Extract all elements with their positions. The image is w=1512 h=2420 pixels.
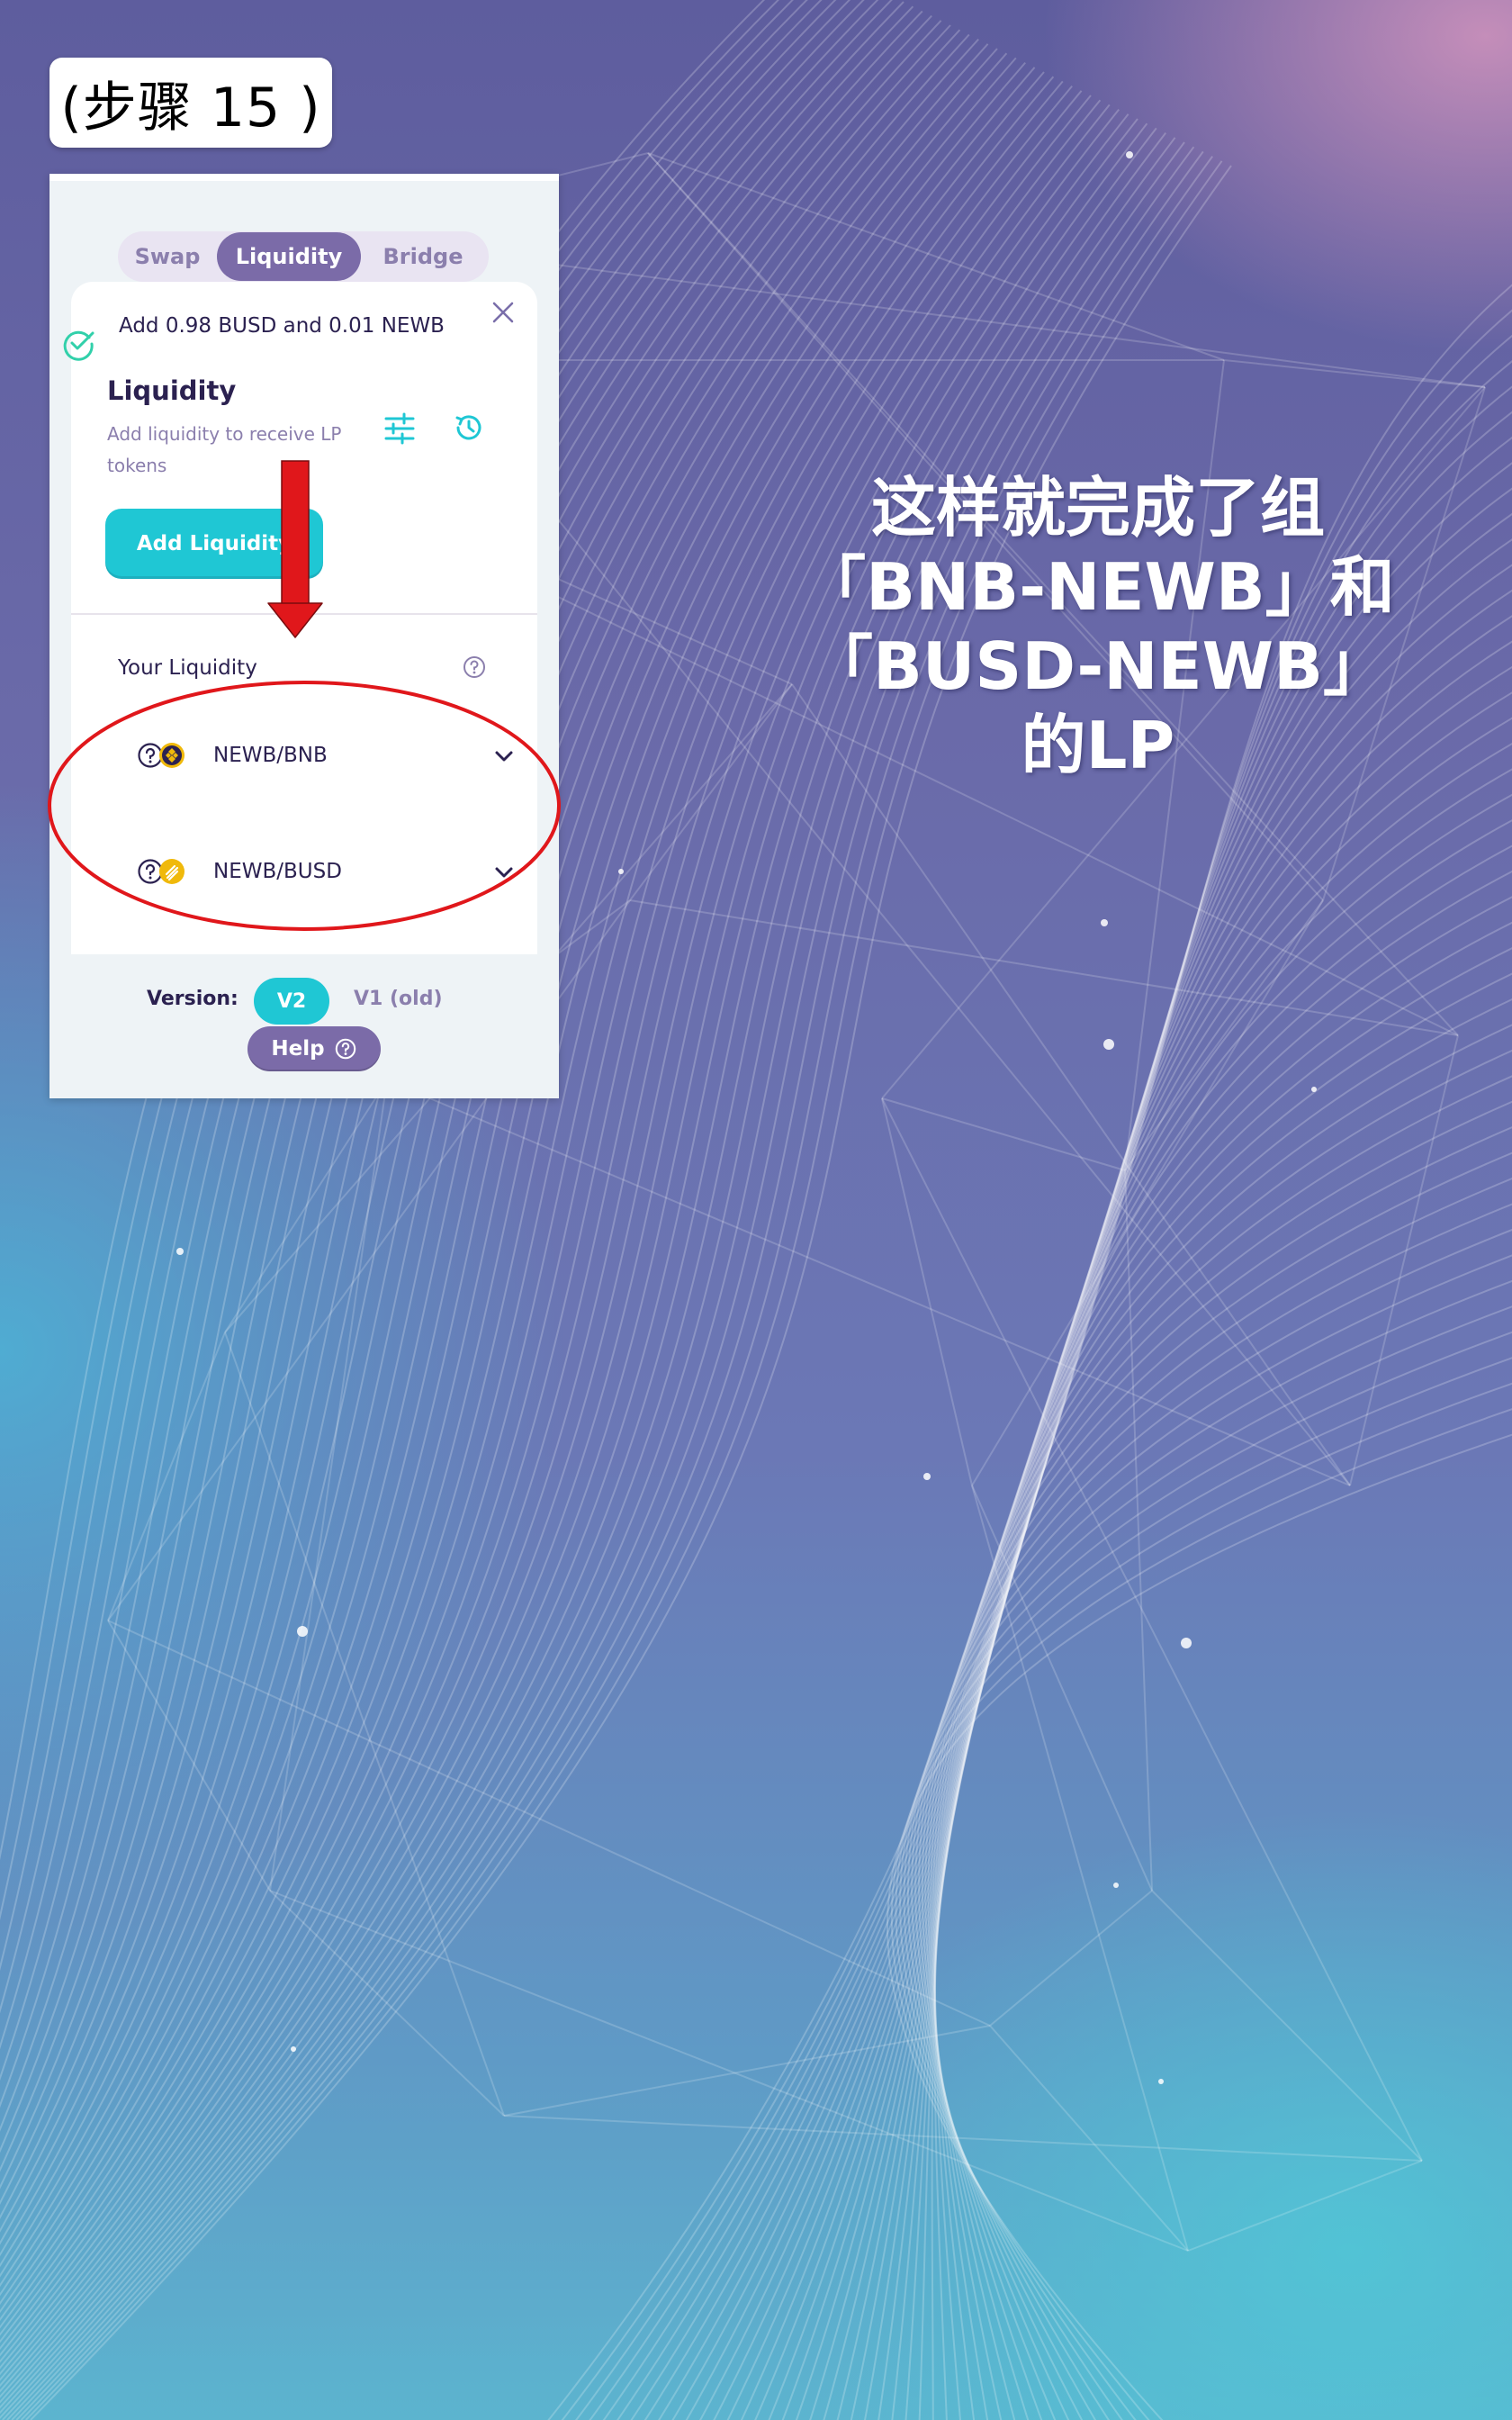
liquidity-title: Liquidity xyxy=(107,375,237,406)
panel-top-bar xyxy=(50,174,559,181)
pair-icons-newb-busd xyxy=(138,859,184,884)
add-liquidity-button[interactable]: Add Liquidity xyxy=(105,509,323,579)
your-liquidity-label: Your Liquidity xyxy=(118,656,257,680)
toast-message: Add 0.98 BUSD and 0.01 NEWB xyxy=(119,314,445,338)
settings-sliders-icon[interactable] xyxy=(382,411,417,446)
version-v1-button[interactable]: V1 (old) xyxy=(354,988,443,1010)
chevron-down-icon[interactable] xyxy=(494,862,514,882)
liquidity-subtitle: Add liquidity to receive LP tokens xyxy=(107,423,342,476)
help-label: Help xyxy=(271,1037,325,1061)
pair-label: NEWB/BUSD xyxy=(213,860,342,883)
step-label: (步骤 15 ) xyxy=(50,58,332,148)
liquidity-pair-row-newb-bnb[interactable]: NEWB/BNB xyxy=(71,714,537,795)
heading-line: 「BNB-NEWB」和 xyxy=(801,549,1395,625)
unknown-token-icon xyxy=(138,859,163,884)
pair-icons-newb-bnb xyxy=(138,743,184,768)
chevron-down-icon[interactable] xyxy=(494,746,514,766)
check-circle-icon xyxy=(63,330,94,361)
divider xyxy=(71,613,537,615)
bnb-icon xyxy=(159,743,184,768)
heading-caption: 这样就完成了组 「BNB-NEWB」和 「BUSD-NEWB」 的LP xyxy=(774,468,1422,785)
pair-label: NEWB/BNB xyxy=(213,744,328,767)
tab-liquidity[interactable]: Liquidity xyxy=(217,232,361,281)
close-icon[interactable] xyxy=(489,298,518,327)
heading-line: 这样就完成了组 xyxy=(870,470,1325,546)
tab-swap[interactable]: Swap xyxy=(118,232,217,281)
liquidity-pair-row-newb-busd[interactable]: NEWB/BUSD xyxy=(71,830,537,911)
version-v2-button[interactable]: V2 xyxy=(254,978,329,1025)
help-button[interactable]: Help xyxy=(248,1026,381,1071)
pancakeswap-liquidity-panel: Swap Liquidity Bridge Add 0.98 BUSD and … xyxy=(50,174,559,1098)
version-label: Version: xyxy=(147,988,238,1010)
question-circle-icon xyxy=(335,1038,356,1060)
question-circle-icon[interactable] xyxy=(462,655,487,680)
history-icon[interactable] xyxy=(451,410,487,446)
busd-icon xyxy=(159,859,184,884)
heading-line: 的LP xyxy=(1021,708,1175,783)
tab-bridge[interactable]: Bridge xyxy=(361,232,485,281)
tab-bar: Swap Liquidity Bridge xyxy=(118,231,489,282)
unknown-token-icon xyxy=(138,743,163,768)
heading-line: 「BUSD-NEWB」 xyxy=(808,628,1388,704)
